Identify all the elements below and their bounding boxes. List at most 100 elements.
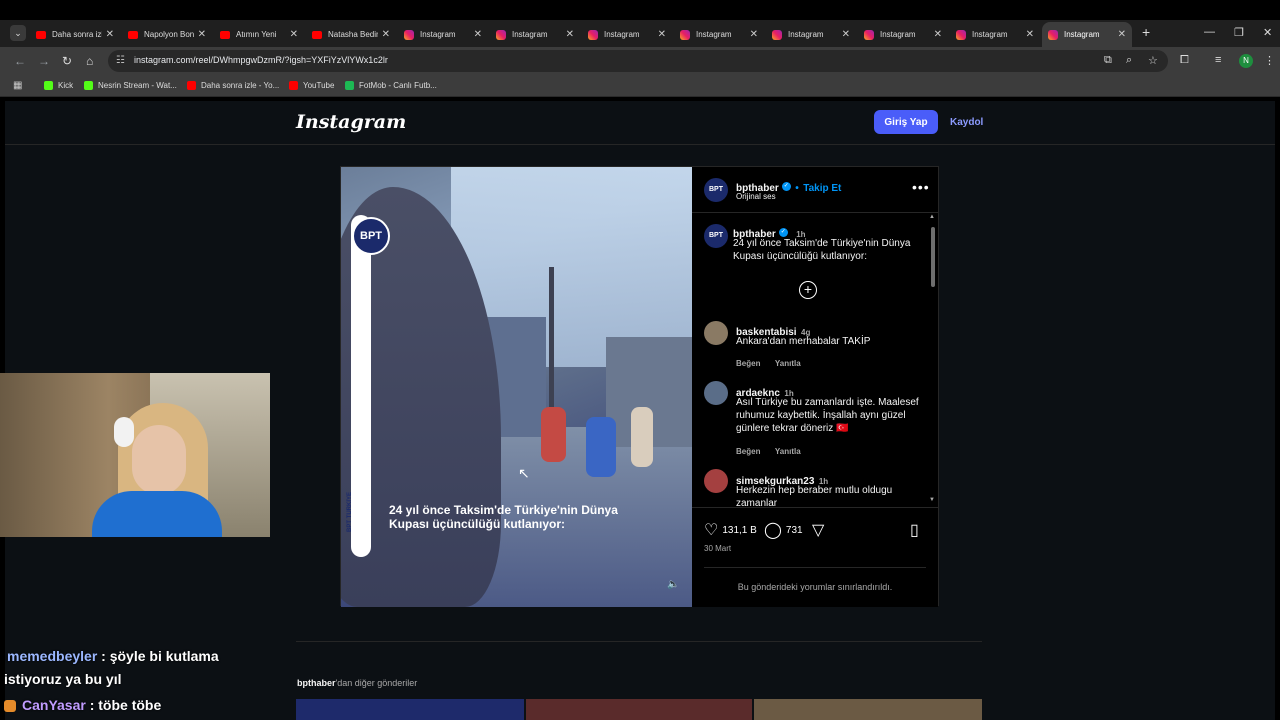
forward-icon[interactable]: → xyxy=(38,54,50,68)
more-posts-user[interactable]: bpthaber xyxy=(297,678,336,688)
browser-tab[interactable]: Instagram ✕ xyxy=(674,22,764,47)
browser-tab[interactable]: Instagram ✕ xyxy=(950,22,1040,47)
close-tab-icon[interactable]: ✕ xyxy=(750,29,758,40)
browser-tab[interactable]: Instagram ✕ xyxy=(858,22,948,47)
browser-toolbar: ← → ↻ ⌂ ☷ instagram.com/reel/DWhmpgwDzmR… xyxy=(0,47,1280,75)
close-tab-icon[interactable]: ✕ xyxy=(566,29,574,40)
tab-title: Natasha Bedingfield xyxy=(328,30,378,39)
reading-list-icon[interactable]: ≡ xyxy=(1215,54,1221,66)
comments-scrollbar[interactable] xyxy=(931,227,935,287)
load-more-comments-icon[interactable]: + xyxy=(799,281,817,299)
instagram-header: Instagram Giriş Yap Kaydol xyxy=(5,101,1275,145)
extensions-icon[interactable]: ⧠ xyxy=(1180,54,1189,67)
bookmark-item[interactable]: Nesrin Stream - Wat... xyxy=(84,81,177,90)
more-posts-heading: bpthaber'dan diğer gönderiler xyxy=(297,678,417,688)
sound-icon[interactable]: 🔈 xyxy=(667,579,679,590)
tab-title: Atımın Yeni xyxy=(236,30,277,39)
address-bar[interactable]: ☷ instagram.com/reel/DWhmpgwDzmR/?igsh=Y… xyxy=(108,50,1168,72)
bookmark-item[interactable]: Kick xyxy=(44,81,73,90)
home-icon[interactable]: ⌂ xyxy=(86,54,93,68)
browser-tab[interactable]: Atımın Yeni ✕ xyxy=(214,22,304,47)
zoom-icon[interactable]: ⌕ xyxy=(1126,54,1132,67)
browser-tab[interactable]: Instagram ✕ xyxy=(398,22,488,47)
browser-tab[interactable]: Instagram ✕ xyxy=(1042,22,1132,47)
share-button[interactable]: ▽ xyxy=(812,520,828,540)
instagram-icon xyxy=(404,29,414,40)
streamer-webcam xyxy=(0,373,270,537)
close-tab-icon[interactable]: ✕ xyxy=(290,29,298,40)
close-tab-icon[interactable]: ✕ xyxy=(1118,29,1126,40)
bookmark-favicon-icon xyxy=(84,81,93,90)
reply-link[interactable]: Yanıtla xyxy=(775,359,801,368)
save-button[interactable]: ▯ xyxy=(910,520,923,540)
post-thumbnail[interactable] xyxy=(754,699,982,720)
reload-icon[interactable]: ↻ xyxy=(62,54,72,68)
close-tab-icon[interactable]: ✕ xyxy=(474,29,482,40)
chat-text: : töbe töbe xyxy=(89,697,162,713)
browser-tab[interactable]: Instagram ✕ xyxy=(582,22,672,47)
browser-tab[interactable]: Daha sonra izle ✕ xyxy=(30,22,120,47)
commenter-avatar[interactable] xyxy=(704,381,728,405)
reel-video[interactable]: BPT BPT TÜRKİYE 24 yıl önce Taksim'de Tü… xyxy=(341,167,692,607)
bookmark-label: Daha sonra izle - Yo... xyxy=(201,81,280,90)
commenter-avatar[interactable] xyxy=(704,469,728,493)
comment-button[interactable]: ◯ 731 xyxy=(764,520,803,540)
tab-search-icon[interactable]: ⌄ xyxy=(10,25,26,41)
bookmark-favicon-icon xyxy=(289,81,298,90)
close-tab-icon[interactable]: ✕ xyxy=(382,29,390,40)
like-comment-link[interactable]: Beğen xyxy=(736,447,760,456)
tab-title: Instagram xyxy=(1064,30,1100,39)
bookmark-item[interactable]: Daha sonra izle - Yo... xyxy=(187,81,279,90)
close-tab-icon[interactable]: ✕ xyxy=(106,29,114,40)
url-text[interactable]: instagram.com/reel/DWhmpgwDzmR/?igsh=YXF… xyxy=(134,55,388,65)
apps-grid-icon[interactable]: ▦ xyxy=(13,80,22,91)
instagram-logo[interactable]: Instagram xyxy=(296,111,406,133)
restore-icon[interactable]: ❐ xyxy=(1234,26,1244,39)
install-app-icon[interactable]: ⧉ xyxy=(1104,54,1112,67)
close-tab-icon[interactable]: ✕ xyxy=(1026,29,1034,40)
follow-button[interactable]: Takip Et xyxy=(803,183,841,194)
close-tab-icon[interactable]: ✕ xyxy=(198,29,206,40)
signup-link[interactable]: Kaydol xyxy=(950,117,983,128)
browser-tab[interactable]: Instagram ✕ xyxy=(766,22,856,47)
close-tab-icon[interactable]: ✕ xyxy=(934,29,942,40)
caption-avatar[interactable]: BPT xyxy=(704,224,728,248)
youtube-icon xyxy=(36,30,46,39)
browser-tab[interactable]: Napolyon Bonapart ✕ xyxy=(122,22,212,47)
login-button[interactable]: Giriş Yap xyxy=(874,110,938,134)
bookmark-label: Nesrin Stream - Wat... xyxy=(98,81,177,90)
scroll-up-icon[interactable]: ▲ xyxy=(929,214,935,220)
close-tab-icon[interactable]: ✕ xyxy=(658,29,666,40)
verified-badge-icon: ✓ xyxy=(778,228,788,238)
profile-avatar[interactable]: N xyxy=(1239,54,1253,68)
bookmark-star-icon[interactable]: ☆ xyxy=(1148,54,1158,67)
post-thumbnail[interactable] xyxy=(296,699,524,720)
browser-tab[interactable]: Natasha Bedingfield ✕ xyxy=(306,22,396,47)
minimize-icon[interactable]: — xyxy=(1204,26,1215,38)
close-window-icon[interactable]: ✕ xyxy=(1263,26,1272,39)
more-options-icon[interactable]: ••• xyxy=(912,179,930,195)
like-comment-link[interactable]: Beğen xyxy=(736,359,760,368)
browser-tab[interactable]: Instagram ✕ xyxy=(490,22,580,47)
comment-text: Herkezin hep beraber mutlu oldugu zamanl… xyxy=(736,485,893,506)
scroll-down-icon[interactable]: ▼ xyxy=(929,497,935,503)
new-tab-icon[interactable]: + xyxy=(1142,24,1150,40)
tab-title: Instagram xyxy=(604,30,640,39)
reply-link[interactable]: Yanıtla xyxy=(775,447,801,456)
chat-text: : şöyle bi kutlama xyxy=(101,648,219,664)
post-actions: ♡ 131,1 B ◯ 731 ▽ ▯ 30 Mart xyxy=(692,507,938,567)
author-avatar[interactable]: BPT xyxy=(704,178,728,202)
audio-label[interactable]: Orijinal ses xyxy=(736,192,776,201)
like-button[interactable]: ♡ 131,1 B xyxy=(704,520,757,540)
verified-badge-icon: ✓ xyxy=(781,182,791,192)
close-tab-icon[interactable]: ✕ xyxy=(842,29,850,40)
back-icon[interactable]: ← xyxy=(14,54,26,68)
site-info-icon[interactable]: ☷ xyxy=(116,55,125,66)
bookmark-label: Kick xyxy=(58,81,74,90)
commenter-avatar[interactable] xyxy=(704,321,728,345)
post-thumbnail[interactable] xyxy=(526,699,752,720)
tab-title: Daha sonra izle xyxy=(52,30,102,39)
bookmark-item[interactable]: YouTube xyxy=(289,81,334,90)
bookmark-item[interactable]: FotMob - Canlı Futb... xyxy=(345,81,437,90)
menu-icon[interactable]: ⋮ xyxy=(1264,54,1275,67)
